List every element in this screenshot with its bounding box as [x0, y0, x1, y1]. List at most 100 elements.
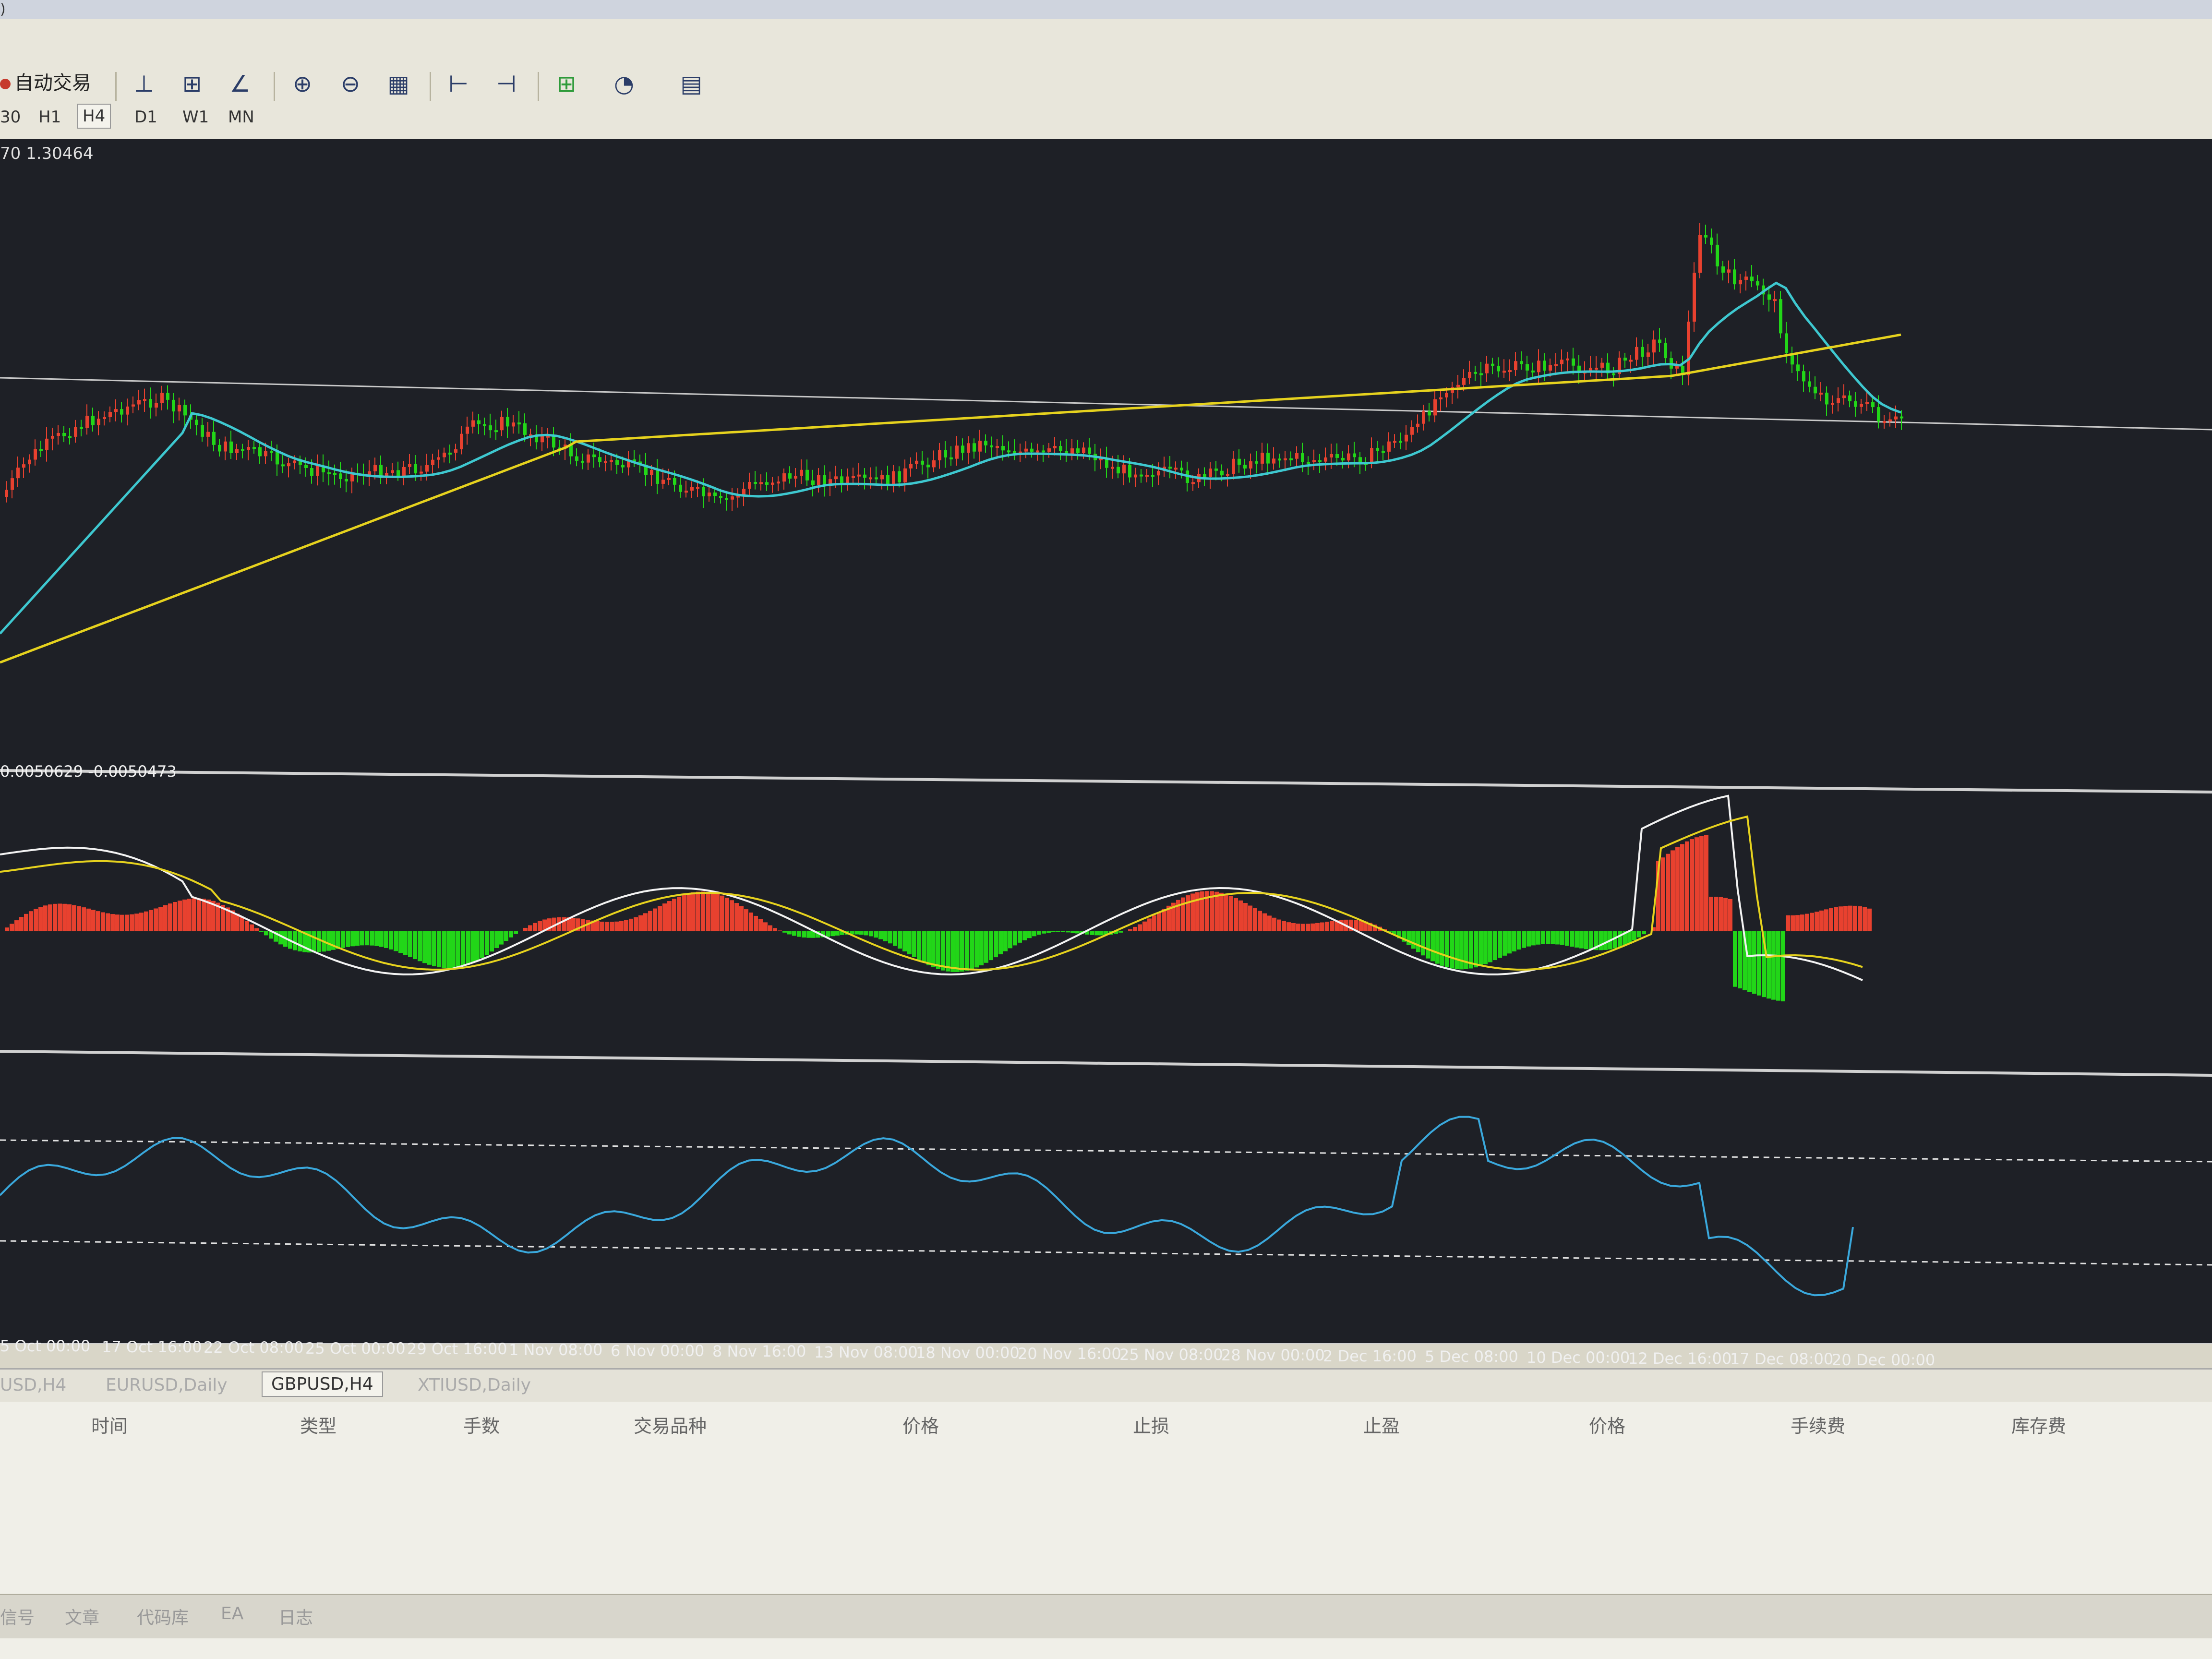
column-header-commission[interactable]: 手续费: [1791, 1411, 1845, 1438]
indicators-icon[interactable]: ⊞: [547, 65, 586, 103]
candle-body: [212, 432, 216, 445]
candle-body: [1635, 347, 1638, 360]
macd-histogram-bar: [350, 931, 355, 947]
timeframe-h4[interactable]: H4: [77, 104, 111, 129]
candle-body: [1059, 446, 1062, 451]
chart-tab-gbpusd-h4[interactable]: GBPUSD,H4: [262, 1371, 383, 1397]
macd-histogram-bar: [710, 892, 715, 931]
candle-body: [759, 482, 763, 484]
candle-body: [45, 438, 48, 450]
candlestick-icon[interactable]: ⊞: [173, 65, 211, 103]
macd-histogram-bar: [1075, 931, 1080, 934]
chart-shift-icon[interactable]: ⊣: [487, 65, 526, 103]
candle-body: [1819, 392, 1823, 395]
candle-body: [1203, 474, 1206, 477]
candle-body: [1047, 448, 1051, 452]
candle-body: [592, 454, 596, 457]
time-axis-label: 17 Oct 16:00: [102, 1337, 202, 1356]
macd-histogram-bar: [802, 931, 806, 938]
candle-body: [1209, 469, 1212, 477]
macd-histogram-bar: [1421, 931, 1425, 956]
candle-body: [667, 478, 671, 480]
candle-body: [1405, 434, 1408, 442]
line-chart-icon[interactable]: ∠: [221, 65, 259, 103]
column-header-current-price[interactable]: 价格: [1589, 1411, 1625, 1438]
column-header-time[interactable]: 时间: [91, 1411, 128, 1438]
chart-window[interactable]: [0, 139, 2212, 1344]
templates-icon[interactable]: ▤: [672, 65, 710, 103]
macd-histogram-bar: [1248, 905, 1252, 931]
macd-histogram-bar: [1714, 897, 1718, 931]
macd-histogram-bar: [91, 910, 96, 931]
terminal-tab-signals[interactable]: 信号: [0, 1604, 35, 1629]
column-header-type[interactable]: 类型: [300, 1411, 337, 1438]
candle-body: [114, 409, 118, 412]
macd-histogram-bar: [437, 931, 441, 968]
timeframe-d1[interactable]: D1: [134, 108, 157, 127]
chart-tab-usd-h4[interactable]: USD,H4: [0, 1375, 66, 1395]
candle-body: [587, 454, 590, 463]
timeframe-w1[interactable]: W1: [182, 108, 209, 127]
macd-histogram-bar: [10, 924, 14, 931]
zoom-in-icon[interactable]: ⊕: [283, 65, 322, 103]
column-header-take-profit[interactable]: 止盈: [1363, 1411, 1400, 1438]
macd-histogram-bar: [614, 921, 619, 931]
macd-histogram-bar: [907, 931, 912, 954]
macd-histogram-bar: [67, 904, 72, 931]
timeframe-h1[interactable]: H1: [38, 108, 61, 127]
terminal-tab-codebase[interactable]: 代码库: [137, 1604, 189, 1629]
zoom-out-icon[interactable]: ⊖: [331, 65, 370, 103]
macd-histogram-bar: [1450, 931, 1454, 969]
macd-histogram-bar: [1133, 926, 1137, 931]
terminal-tab-articles[interactable]: 文章: [65, 1604, 99, 1629]
macd-histogram-bar: [960, 931, 964, 972]
macd-histogram-bar: [379, 931, 384, 947]
macd-histogram-bar: [682, 895, 686, 931]
auto-scroll-icon[interactable]: ⊢: [439, 65, 478, 103]
terminal-tab-journal[interactable]: 日志: [278, 1604, 313, 1629]
macd-histogram-bar: [979, 931, 984, 965]
candle-body: [1439, 397, 1443, 399]
macd-histogram-bar: [475, 931, 480, 961]
tile-windows-icon[interactable]: ▦: [379, 65, 418, 103]
candle-body: [892, 471, 895, 486]
chart-tab-xtiusd-daily[interactable]: XTIUSD,Daily: [418, 1375, 531, 1395]
candle-body: [1485, 363, 1489, 373]
column-header-swap[interactable]: 库存费: [2011, 1411, 2066, 1438]
macd-histogram-bar: [1286, 922, 1291, 931]
periods-clock-icon[interactable]: ◔: [605, 65, 643, 103]
macd-histogram-bar: [1551, 931, 1555, 944]
candle-body: [304, 465, 308, 468]
macd-histogram-bar: [1791, 915, 1795, 931]
macd-histogram-bar: [1560, 931, 1564, 945]
candle-body: [661, 480, 665, 484]
column-header-price[interactable]: 价格: [902, 1411, 939, 1438]
window-title: ): [0, 1, 6, 18]
macd-histogram-bar: [624, 920, 628, 931]
macd-histogram-bar: [1738, 931, 1742, 988]
macd-histogram-bar: [384, 931, 388, 948]
macd-histogram-bar: [77, 906, 81, 931]
bar-chart-icon[interactable]: ⊥: [125, 65, 163, 103]
candle-body: [1600, 362, 1604, 368]
timeframe-mn[interactable]: MN: [228, 108, 254, 127]
timeframe-m30[interactable]: 30: [0, 108, 21, 127]
candle-body: [97, 419, 100, 425]
auto-trade-button[interactable]: 自动交易: [0, 67, 91, 95]
column-header-lots[interactable]: 手数: [463, 1411, 500, 1438]
macd-histogram-bar: [994, 931, 998, 958]
candle-body: [926, 464, 930, 468]
macd-histogram-bar: [533, 923, 537, 931]
chart-canvas[interactable]: [0, 139, 2212, 1344]
chart-tab-eurusd-daily[interactable]: EURUSD,Daily: [106, 1375, 228, 1395]
candle-body: [725, 498, 728, 500]
candle-body: [1191, 482, 1195, 484]
candle-body: [1307, 462, 1310, 464]
terminal-tab-ea[interactable]: EA: [221, 1604, 243, 1623]
candle-body: [713, 492, 717, 496]
macd-histogram-bar: [725, 898, 729, 931]
column-header-symbol[interactable]: 交易品种: [634, 1411, 707, 1438]
candle-body: [126, 406, 129, 415]
column-header-stop-loss[interactable]: 止损: [1133, 1411, 1169, 1438]
macd-histogram-bar: [365, 931, 369, 946]
